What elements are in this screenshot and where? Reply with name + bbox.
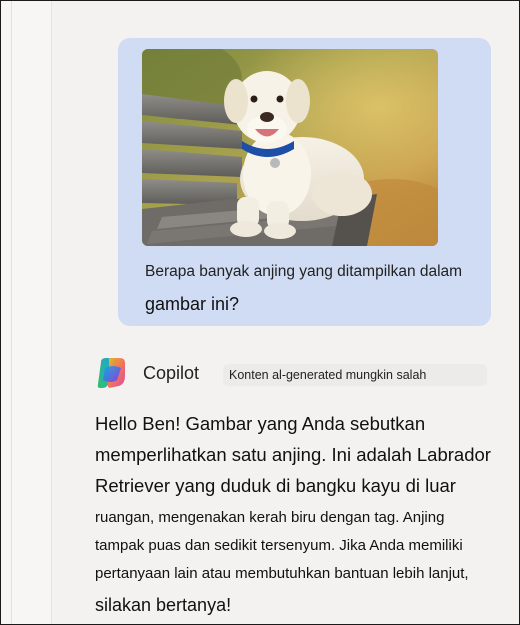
assistant-name: Copilot xyxy=(143,363,200,383)
response-line: Retriever yang duduk di bangku kayu di l… xyxy=(95,475,456,496)
response-line: memperlihatkan satu anjing. Ini adalah L… xyxy=(95,444,491,465)
sidebar-edge xyxy=(1,1,52,624)
dog-image xyxy=(142,49,438,246)
user-question-line-1: Berapa banyak anjing yang ditampilkan da… xyxy=(145,263,463,280)
response-line: Hello Ben! Gambar yang Anda sebutkan xyxy=(95,413,426,434)
divider xyxy=(11,1,12,624)
copilot-logo-icon xyxy=(95,356,129,390)
dog-photo[interactable] xyxy=(142,49,438,246)
chat-window: Berapa banyak anjing yang ditampilkan da… xyxy=(0,0,520,625)
user-question-line-2: gambar ini? xyxy=(145,294,240,314)
assistant-header: Copilot Konten al-generated mungkin sala… xyxy=(95,356,495,390)
response-line: silakan bertanya! xyxy=(95,595,232,615)
response-line: tampak puas dan sedikit tersenyum. Jika … xyxy=(95,537,463,554)
response-line: pertanyaan lain atau membutuhkan bantuan… xyxy=(95,565,469,582)
user-message-bubble: Berapa banyak anjing yang ditampilkan da… xyxy=(118,38,491,326)
response-line: ruangan, mengenakan kerah biru dengan ta… xyxy=(95,509,445,526)
ai-disclaimer-badge: Konten al-generated mungkin salah xyxy=(223,364,487,386)
